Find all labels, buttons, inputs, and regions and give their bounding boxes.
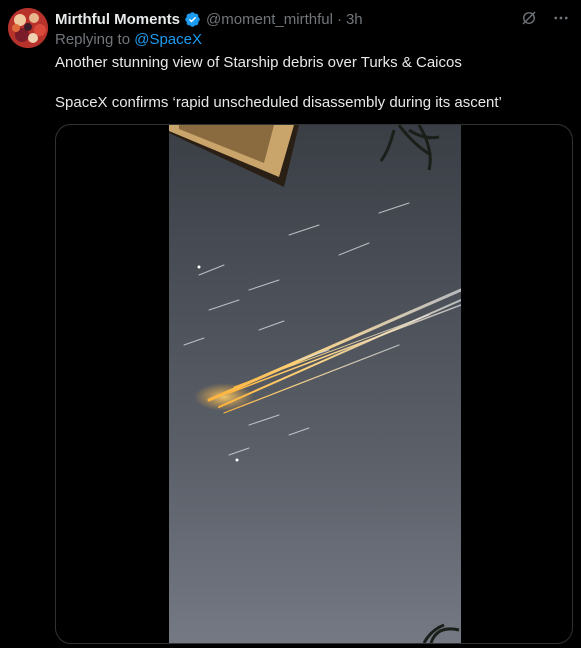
reply-mention-link[interactable]: @SpaceX (134, 31, 202, 48)
more-icon[interactable] (551, 8, 571, 28)
author-handle[interactable]: @moment_mirthful (206, 11, 333, 28)
video-thumbnail (169, 125, 461, 643)
tweet-header: Mirthful Moments @moment_mirthful · 3h (55, 8, 571, 30)
grok-icon[interactable] (519, 8, 539, 28)
video-frame[interactable] (169, 125, 461, 643)
avatar-image (8, 8, 48, 48)
separator-dot: · (336, 10, 342, 28)
timestamp[interactable]: 3h (346, 11, 363, 28)
author-name[interactable]: Mirthful Moments (55, 11, 180, 28)
reply-prefix: Replying to (55, 31, 135, 48)
tweet-actions (519, 8, 571, 28)
media-container[interactable] (55, 124, 573, 644)
tweet-text-line: Another stunning view of Starship debris… (55, 54, 462, 71)
tweet-text-line: SpaceX confirms ‘rapid unscheduled disas… (55, 94, 502, 111)
tweet-text: Another stunning view of Starship debris… (55, 53, 570, 113)
tweet[interactable]: Mirthful Moments @moment_mirthful · 3h R… (0, 0, 581, 648)
avatar[interactable] (8, 8, 48, 48)
reply-context: Replying to @SpaceX (55, 31, 202, 48)
verified-badge-icon (184, 11, 201, 28)
